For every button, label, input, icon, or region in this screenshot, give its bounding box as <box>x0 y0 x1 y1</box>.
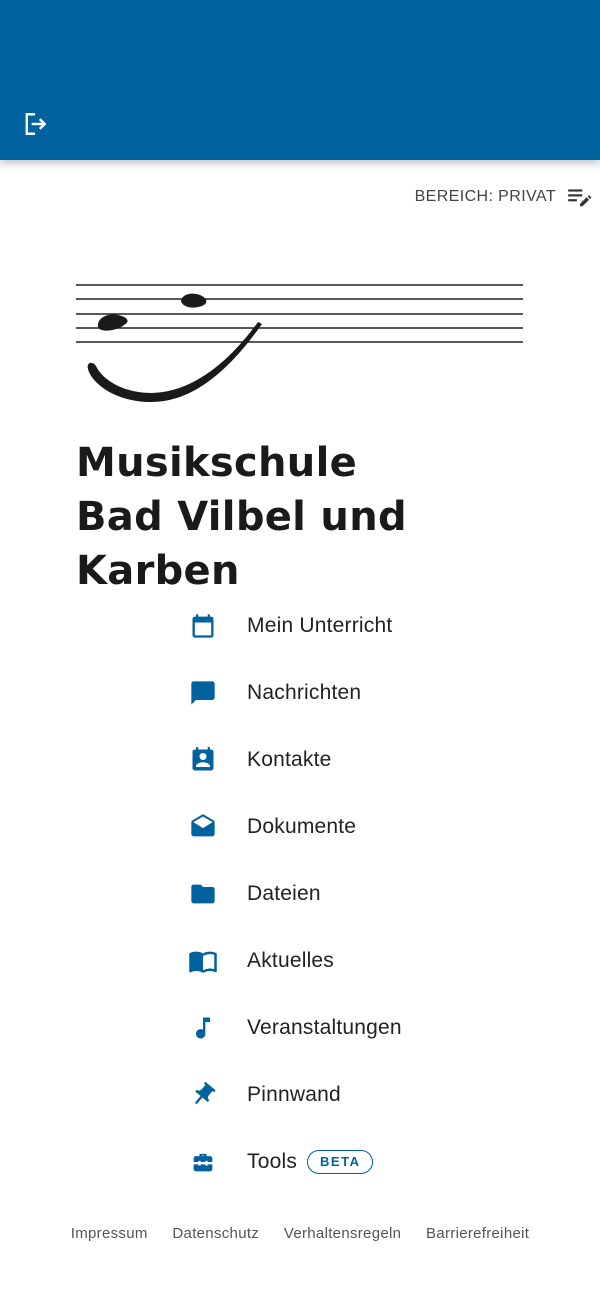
message-icon <box>191 680 215 705</box>
app-header <box>0 0 600 160</box>
menu-label: Mein Unterricht <box>247 613 393 637</box>
area-label: BEREICH: PRIVAT <box>414 188 556 205</box>
beta-badge: BETA <box>307 1149 374 1174</box>
book-icon <box>189 951 217 973</box>
toolbox-icon <box>193 1153 213 1171</box>
menu-item-dateien[interactable]: Dateien <box>178 860 498 927</box>
menu-item-aktuelles[interactable]: Aktuelles <box>178 927 498 994</box>
school-name-line2: Bad Vilbel und Karben <box>76 494 407 594</box>
menu-label: Dokumente <box>247 814 357 838</box>
menu-item-pinnwand[interactable]: Pinnwand <box>178 1061 498 1128</box>
menu-label: Dateien <box>247 881 321 905</box>
main-menu: Mein Unterricht Nachrichten Kontakte Dok… <box>178 592 498 1195</box>
menu-label: Nachrichten <box>247 680 362 704</box>
pin-icon <box>195 1081 216 1104</box>
footer-link-impressum[interactable]: Impressum <box>71 1225 148 1242</box>
footer-link-datenschutz[interactable]: Datenschutz <box>172 1225 259 1242</box>
menu-item-dokumente[interactable]: Dokumente <box>178 793 498 860</box>
menu-label: Veranstaltungen <box>247 1015 402 1039</box>
menu-item-kontakte[interactable]: Kontakte <box>178 726 498 793</box>
menu-label: Kontakte <box>247 747 332 771</box>
menu-item-tools[interactable]: Tools BETA <box>178 1128 498 1195</box>
footer-link-verhaltensregeln[interactable]: Verhaltensregeln <box>284 1225 401 1242</box>
logout-button[interactable] <box>16 104 56 144</box>
open-mail-icon <box>191 813 215 836</box>
music-note-icon <box>196 1017 210 1038</box>
edit-list-icon <box>568 189 592 207</box>
menu-item-nachrichten[interactable]: Nachrichten <box>178 659 498 726</box>
menu-item-veranstaltungen[interactable]: Veranstaltungen <box>178 994 498 1061</box>
contacts-icon <box>192 746 214 770</box>
menu-label: Pinnwand <box>247 1082 341 1106</box>
folder-icon <box>191 884 215 903</box>
menu-item-mein-unterricht[interactable]: Mein Unterricht <box>178 592 498 659</box>
footer-links: Impressum Datenschutz Verhaltensregeln B… <box>0 1220 600 1246</box>
school-logo <box>76 284 523 402</box>
school-name-line1: Musikschule <box>76 440 358 486</box>
footer-link-barrierefreiheit[interactable]: Barrierefreiheit <box>426 1225 529 1242</box>
calendar-icon <box>192 613 214 638</box>
menu-label: Tools <box>247 1149 298 1173</box>
school-name: Musikschule Bad Vilbel und Karben <box>76 436 546 598</box>
logout-icon <box>25 113 47 135</box>
menu-label: Aktuelles <box>247 948 335 972</box>
area-selector[interactable]: BEREICH: PRIVAT <box>415 182 592 212</box>
